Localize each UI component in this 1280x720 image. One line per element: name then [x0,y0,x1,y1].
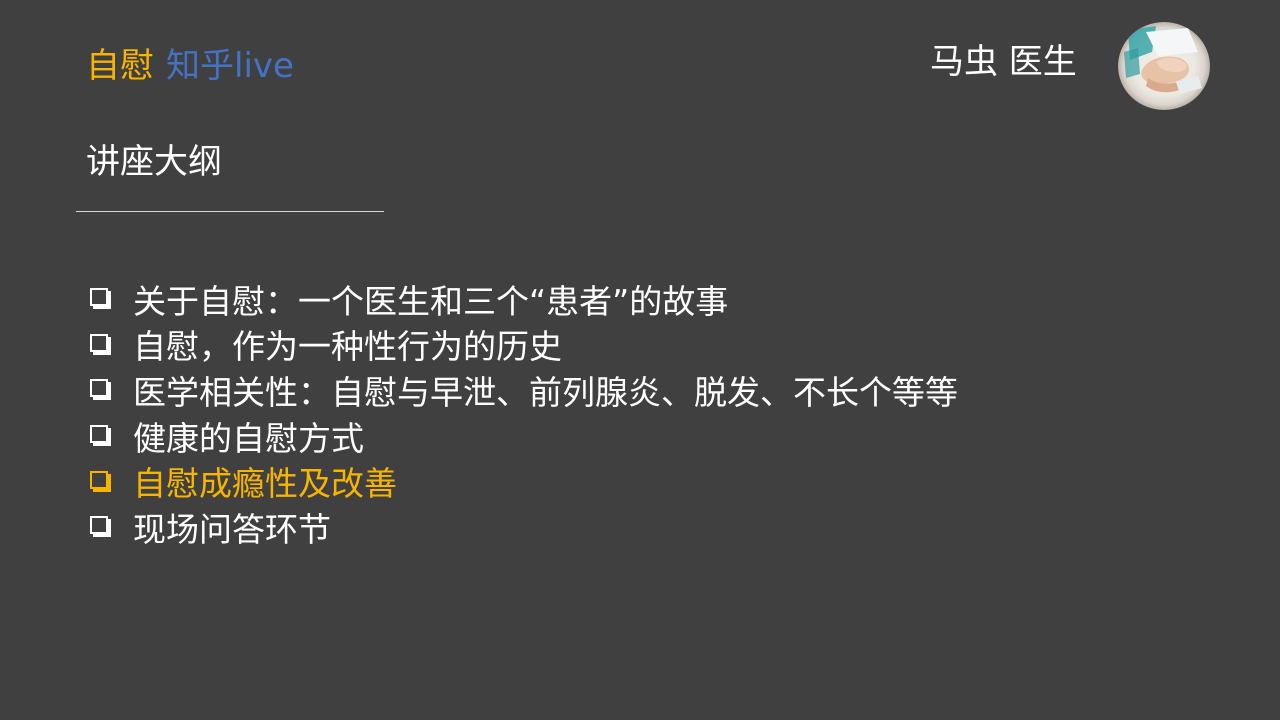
outline-item: 医学相关性：自慰与早泄、前列腺炎、脱发、不长个等等 [86,367,958,413]
checkbox-bullet-icon [90,333,111,355]
outline-list: 关于自慰：一个医生和三个“患者”的故事 自慰，作为一种性行为的历史 医学相关性：… [86,276,958,550]
slide-header-title: 自慰 知乎live [86,44,294,88]
outline-item: 关于自慰：一个医生和三个“患者”的故事 [86,276,958,322]
title-platform: 知乎live [166,46,294,86]
author-name: 马虫 医生 [930,42,1077,82]
doctor-hands-avatar-icon [1118,22,1210,110]
checkbox-bullet-icon [90,470,111,492]
outline-item-label: 健康的自慰方式 [133,418,364,458]
title-divider [76,211,384,212]
outline-item: 自慰，作为一种性行为的历史 [86,322,958,368]
checkbox-bullet-icon [90,288,111,310]
checkbox-bullet-icon [90,425,111,447]
slide: 自慰 知乎live 马虫 医生 讲座大纲 关于自慰：一个医生和三个“患者”的故事 … [0,0,1280,720]
outline-item-label: 医学相关性：自慰与早泄、前列腺炎、脱发、不长个等等 [133,372,958,412]
avatar-illustration [1124,26,1202,94]
outline-item-label: 关于自慰：一个医生和三个“患者”的故事 [133,281,729,321]
outline-item-current: 自慰成瘾性及改善 [86,458,958,504]
outline-item-label: 自慰，作为一种性行为的历史 [133,327,562,367]
title-topic: 自慰 [86,46,154,86]
checkbox-bullet-icon [90,516,111,538]
outline-item-label: 现场问答环节 [133,509,331,549]
outline-item-label: 自慰成瘾性及改善 [133,464,397,504]
section-title: 讲座大纲 [86,142,222,182]
outline-item: 健康的自慰方式 [86,413,958,459]
checkbox-bullet-icon [90,379,111,401]
outline-item: 现场问答环节 [86,504,958,550]
